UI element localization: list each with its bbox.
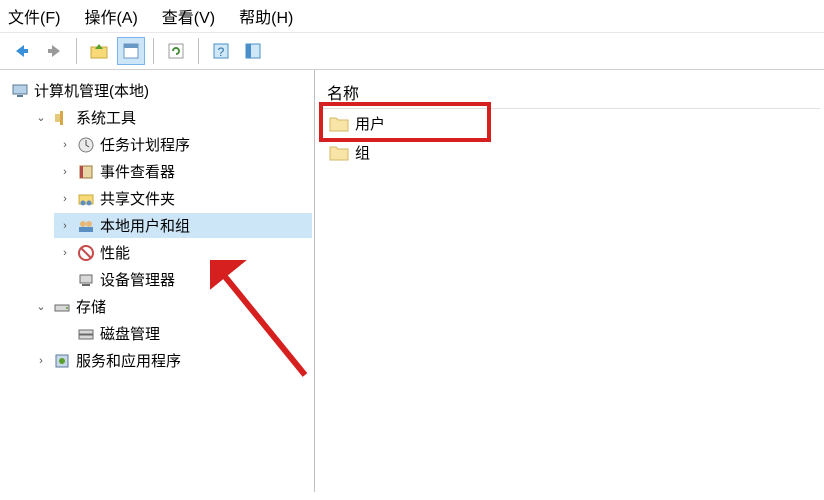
computer-icon [10,81,30,101]
properties-button[interactable] [117,37,145,65]
back-button[interactable] [8,37,36,65]
tree-pane: 计算机管理(本地) ⌄ 系统工具 [0,70,315,492]
menu-view[interactable]: 查看(V) [162,4,215,28]
storage-icon [52,297,72,317]
expander-none [58,327,72,341]
tree-label: 系统工具 [76,107,136,128]
main-split: 计算机管理(本地) ⌄ 系统工具 [0,70,824,492]
list-item-users[interactable]: 用户 [319,109,820,138]
refresh-icon [166,41,186,61]
chevron-down-icon[interactable]: ⌄ [34,111,48,125]
tree-disk-management[interactable]: 磁盘管理 [54,321,312,346]
panel-icon [243,41,263,61]
folder-up-icon [89,41,109,61]
chevron-right-icon[interactable]: › [58,138,72,152]
tree-label: 事件查看器 [100,161,175,182]
clock-icon [76,135,96,155]
toolbar-separator [198,38,199,64]
tree-storage[interactable]: ⌄ 存储 [30,294,312,319]
tree-services-apps[interactable]: › 服务和应用程序 [30,348,312,373]
help-button[interactable]: ? [207,37,235,65]
toolbar: ? [0,33,824,70]
tools-icon [52,108,72,128]
tree-label: 磁盘管理 [100,323,160,344]
toolbar-separator [153,38,154,64]
back-arrow-icon [12,41,32,61]
users-icon [76,216,96,236]
book-icon [76,162,96,182]
showhide-button[interactable] [239,37,267,65]
tree-label: 存储 [76,296,106,317]
list-item-groups[interactable]: 组 [319,138,820,167]
menu-help[interactable]: 帮助(H) [239,4,293,28]
svg-text:?: ? [218,45,225,59]
tree-event-viewer[interactable]: › 事件查看器 [54,159,312,184]
shared-folder-icon [76,189,96,209]
tree-label: 性能 [100,242,130,263]
tree-device-manager[interactable]: 设备管理器 [54,267,312,292]
chevron-right-icon[interactable]: › [58,192,72,206]
tree-system-tools[interactable]: ⌄ 系统工具 [30,105,312,130]
menu-file[interactable]: 文件(F) [8,4,60,28]
up-button[interactable] [85,37,113,65]
tree-shared-folders[interactable]: › 共享文件夹 [54,186,312,211]
chevron-right-icon[interactable]: › [58,165,72,179]
tree-label: 服务和应用程序 [76,350,181,371]
menu-bar: 文件(F) 操作(A) 查看(V) 帮助(H) [0,0,824,33]
chevron-down-icon[interactable]: ⌄ [34,300,48,314]
forward-arrow-icon [44,41,64,61]
chevron-right-icon[interactable]: › [34,354,48,368]
chevron-right-icon[interactable]: › [58,246,72,260]
tree-performance[interactable]: › 性能 [54,240,312,265]
tree: 计算机管理(本地) ⌄ 系统工具 [2,78,312,373]
tree-label: 共享文件夹 [100,188,175,209]
expander-none [58,273,72,287]
tree-task-scheduler[interactable]: › 任务计划程序 [54,132,312,157]
list-item-label: 组 [355,142,370,163]
tree-label: 任务计划程序 [100,134,190,155]
help-icon: ? [211,41,231,61]
forward-button[interactable] [40,37,68,65]
services-icon [52,351,72,371]
prohibit-icon [76,243,96,263]
chevron-right-icon[interactable]: › [58,219,72,233]
tree-local-users-groups[interactable]: › 本地用户和组 [54,213,312,238]
disk-icon [76,324,96,344]
list-item-label: 用户 [355,113,385,134]
list-pane: 名称 用户 组 [315,70,824,492]
device-icon [76,270,96,290]
column-name-header[interactable]: 名称 [319,76,820,109]
refresh-button[interactable] [162,37,190,65]
folder-icon [329,143,349,163]
menu-action[interactable]: 操作(A) [84,4,137,28]
folder-icon [329,114,349,134]
tree-label: 本地用户和组 [100,215,190,236]
tree-label: 设备管理器 [100,269,175,290]
properties-icon [121,41,141,61]
tree-label: 计算机管理(本地) [34,80,149,101]
toolbar-separator [76,38,77,64]
tree-root[interactable]: 计算机管理(本地) [6,78,312,103]
